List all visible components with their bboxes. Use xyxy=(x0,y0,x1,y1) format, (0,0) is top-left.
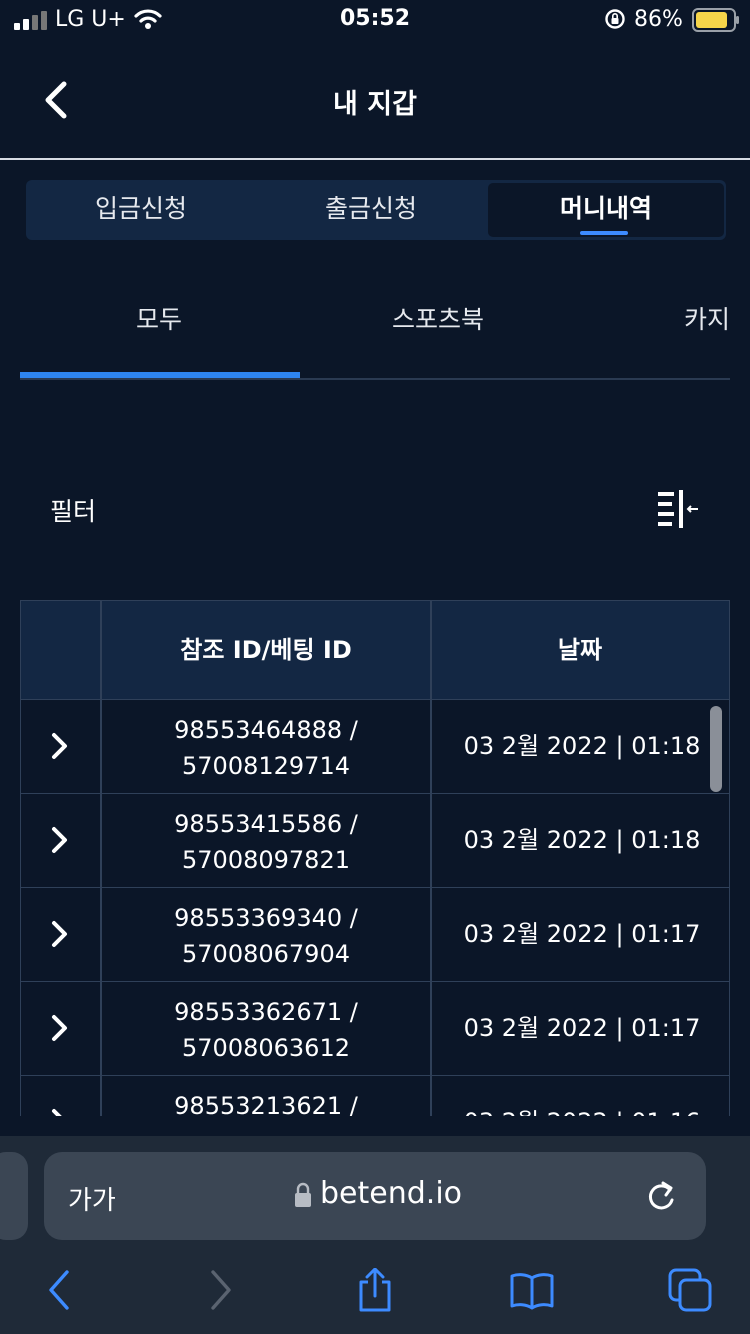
reload-icon[interactable] xyxy=(644,1178,678,1214)
text-size-button[interactable]: 가가 xyxy=(68,1180,116,1217)
battery-icon xyxy=(692,8,739,32)
date-cell: 03 2월 2022 | 01:18 xyxy=(463,826,701,854)
column-header-ref: 참조 ID/베팅 ID xyxy=(180,636,352,664)
rotation-lock-icon xyxy=(605,9,625,29)
reference-id: 98553415586 /57008097821 xyxy=(174,810,358,874)
chevron-right-icon[interactable] xyxy=(51,920,69,948)
browser-toolbar: 가가 betend.io xyxy=(0,1136,750,1334)
active-tab-indicator xyxy=(580,231,628,235)
chevron-right-icon[interactable] xyxy=(51,826,69,854)
lock-icon xyxy=(295,1182,311,1207)
chevron-right-icon[interactable] xyxy=(51,1108,69,1116)
category-sportsbook[interactable]: 스포츠북 xyxy=(392,300,484,336)
table-row[interactable]: 98553213621 / 03 2월 2022 | 01:16 xyxy=(20,1076,730,1116)
address-bar[interactable]: 가가 betend.io xyxy=(44,1152,706,1240)
history-table: 참조 ID/베팅 ID 날짜 98553464888 /57008129714 … xyxy=(20,600,730,1116)
tab-money-history[interactable]: 머니내역 xyxy=(488,183,724,237)
table-row[interactable]: 98553415586 /57008097821 03 2월 2022 | 01… xyxy=(20,794,730,888)
column-divider xyxy=(430,600,432,1116)
filter-icon[interactable] xyxy=(656,490,700,528)
share-icon[interactable] xyxy=(353,1268,397,1312)
status-bar: LG U+ 05:52 86% xyxy=(0,0,750,40)
forward-arrow-icon[interactable] xyxy=(198,1268,242,1312)
previous-tab-preview[interactable] xyxy=(0,1152,28,1240)
reference-id: 98553362671 /57008063612 xyxy=(174,998,358,1062)
tabs-icon[interactable] xyxy=(668,1268,712,1312)
filter-label[interactable]: 필터 xyxy=(50,492,96,528)
category-divider xyxy=(20,378,730,380)
bookmarks-icon[interactable] xyxy=(510,1268,554,1312)
chevron-right-icon[interactable] xyxy=(51,732,69,760)
column-divider xyxy=(100,600,102,1116)
category-active-indicator xyxy=(20,372,300,378)
date-cell: 03 2월 2022 | 01:16 xyxy=(433,1104,730,1116)
table-row[interactable]: 98553464888 /57008129714 03 2월 2022 | 01… xyxy=(20,700,730,794)
date-cell: 03 2월 2022 | 01:17 xyxy=(463,920,701,948)
table-row[interactable]: 98553362671 /57008063612 03 2월 2022 | 01… xyxy=(20,982,730,1076)
reference-id: 98553369340 /57008067904 xyxy=(174,904,358,968)
table-header: 참조 ID/베팅 ID 날짜 xyxy=(20,600,730,700)
tab-withdraw[interactable]: 출금신청 xyxy=(256,180,486,240)
chevron-right-icon[interactable] xyxy=(51,1014,69,1042)
reference-id: 98553213621 / xyxy=(174,1092,358,1116)
date-cell: 03 2월 2022 | 01:17 xyxy=(463,1014,701,1042)
page-title: 내 지갑 xyxy=(333,89,417,120)
category-all[interactable]: 모두 xyxy=(136,300,182,336)
back-arrow-icon[interactable] xyxy=(38,1268,82,1312)
column-header-date: 날짜 xyxy=(557,636,603,664)
scrollbar[interactable] xyxy=(710,706,722,792)
battery-percent: 86% xyxy=(634,7,683,32)
table-row[interactable]: 98553369340 /57008067904 03 2월 2022 | 01… xyxy=(20,888,730,982)
nav-header: 내 지갑 xyxy=(0,40,750,160)
tab-deposit[interactable]: 입금신청 xyxy=(26,180,256,240)
date-cell: 03 2월 2022 | 01:18 xyxy=(463,732,701,760)
url-text[interactable]: betend.io xyxy=(320,1176,462,1211)
category-casino[interactable]: 카지 xyxy=(684,300,730,336)
reference-id: 98553464888 /57008129714 xyxy=(174,716,358,780)
